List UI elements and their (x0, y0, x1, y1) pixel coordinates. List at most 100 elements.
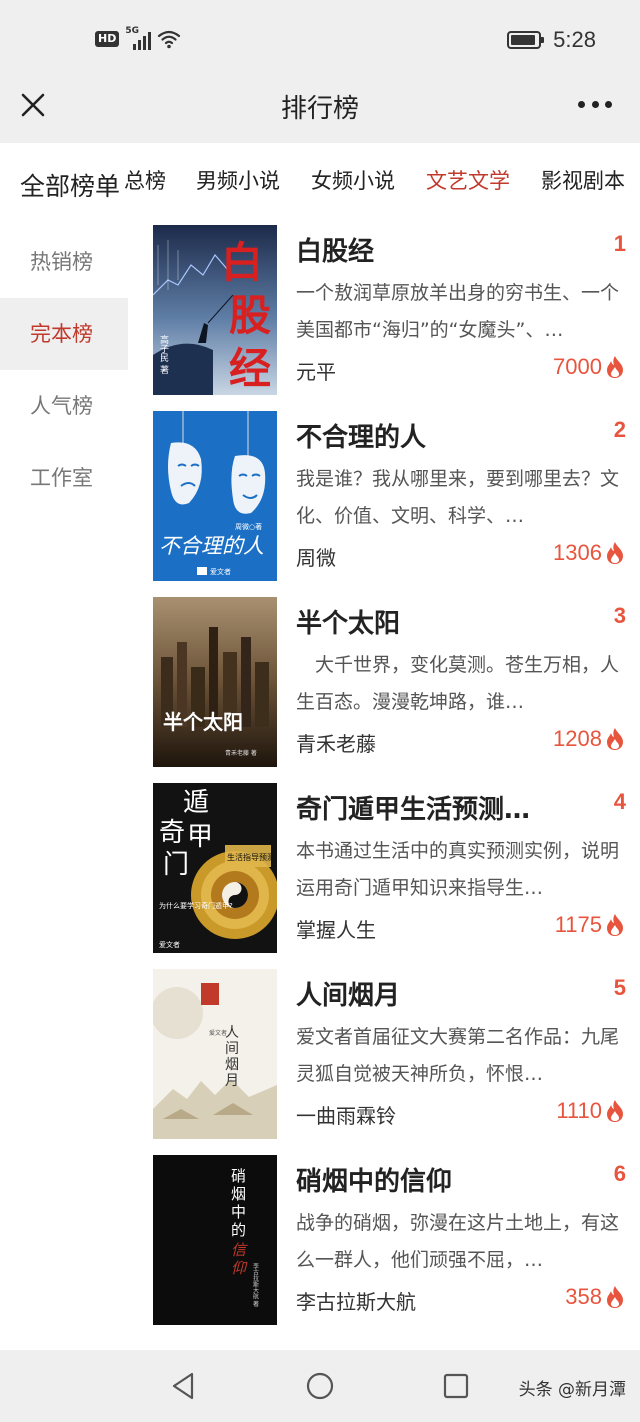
svg-text:遁: 遁 (183, 788, 209, 818)
svg-text:奇: 奇 (159, 818, 185, 848)
book-title: 半个太阳 (296, 609, 401, 639)
book-title: 白股经 (296, 237, 375, 267)
heat-value: 1208 (553, 726, 602, 751)
book-title: 不合理的人 (296, 423, 427, 453)
book-rank: 3 (613, 603, 626, 628)
book-author: 周微 (296, 546, 336, 570)
svg-text:高子民 著: 高子民 著 (158, 334, 169, 374)
svg-text:白: 白 (221, 238, 263, 287)
book-heat: 1306 (553, 540, 626, 566)
svg-text:硝: 硝 (231, 1167, 246, 1185)
svg-text:李古拉斯大航 著: 李古拉斯大航 著 (252, 1262, 259, 1308)
sidebar-item-popular[interactable]: 人气榜 (0, 370, 128, 442)
book-author: 青禾老藤 (296, 732, 376, 756)
svg-text:爱文者: 爱文者 (210, 567, 231, 576)
svg-text:门: 门 (163, 850, 189, 880)
book-item[interactable]: 高子民 著 白 股 经 白股经 1 一个敖润草原放羊出身的穷书生、一个美国都市“… (128, 223, 640, 395)
book-item[interactable]: 人 间 烟 月 爱文者 人间烟月 5 爱文者首届征文大赛第二名作品：九尾灵狐自觉… (128, 967, 640, 1139)
book-item[interactable]: 硝 烟 中 的 信 仰 李古拉斯大航 著 硝烟中的信仰 6 战争的硝烟，弥漫在这… (128, 1153, 640, 1325)
svg-text:信: 信 (231, 1241, 248, 1259)
tab-literature[interactable]: 文艺文学 (426, 165, 510, 195)
book-cover: 硝 烟 中 的 信 仰 李古拉斯大航 著 (153, 1155, 277, 1325)
svg-text:月: 月 (225, 1073, 239, 1089)
svg-text:间: 间 (225, 1041, 239, 1057)
svg-text:周微○著: 周微○著 (235, 522, 262, 531)
book-heat: 358 (565, 1284, 626, 1310)
book-item[interactable]: 周微○著 不合理的人 爱文者 不合理的人 2 我是谁？我从哪里来，要到哪里去？文… (128, 409, 640, 581)
sidebar-item-bestsellers[interactable]: 热销榜 (0, 226, 128, 298)
tab-overall[interactable]: 总榜 (124, 165, 166, 195)
wifi-icon (158, 30, 181, 49)
svg-text:仰: 仰 (231, 1259, 248, 1277)
heat-value: 1306 (553, 540, 602, 565)
book-description: 我是谁？我从哪里来，要到哪里去？文化、价值、文明、科学、… (296, 468, 620, 527)
page-title: 排行榜 (280, 94, 359, 124)
svg-text:股: 股 (229, 291, 271, 340)
book-cover: 半个太阳 青禾老藤 著 (153, 597, 277, 767)
signal-bars (133, 32, 152, 50)
status-bar: HD 5G 5:28 (0, 0, 640, 80)
book-description: 本书通过生活中的真实预测实例，说明运用奇门遁甲知识来指导生… (296, 840, 620, 899)
fire-icon (607, 914, 623, 936)
svg-text:青禾老藤 著: 青禾老藤 著 (225, 749, 257, 757)
book-heat: 7000 (553, 354, 626, 380)
book-rank: 6 (613, 1161, 626, 1186)
back-icon[interactable] (168, 1370, 200, 1402)
book-title: 人间烟月 (296, 981, 401, 1011)
book-heat: 1110 (556, 1098, 626, 1124)
book-cover: 遁 奇 甲 门 生活指导预测 为什么要学习奇门遁甲? 爱文者 (153, 783, 277, 953)
heat-value: 358 (565, 1284, 602, 1309)
category-tabs: 全部榜单 总榜 男频小说 女频小说 文艺文学 影视剧本 (0, 143, 640, 223)
status-time: 5:28 (553, 27, 596, 52)
fire-icon (607, 728, 623, 750)
fire-icon (607, 542, 623, 564)
book-heat: 1208 (553, 726, 626, 752)
watermark: 头条 @新月潭 (518, 1380, 626, 1400)
status-left: HD 5G (95, 26, 181, 50)
hd-badge: HD (95, 31, 120, 47)
svg-text:人: 人 (225, 1025, 239, 1041)
book-description: 大千世界，变化莫测。苍生万相，人生百态。漫漫乾坤路，谁… (296, 654, 620, 713)
svg-text:烟: 烟 (231, 1185, 246, 1203)
book-author: 元平 (296, 360, 336, 384)
sidebar-item-completed[interactable]: 完本榜 (0, 298, 128, 370)
book-rank: 5 (613, 975, 626, 1000)
fire-icon (607, 1100, 623, 1122)
book-rank: 2 (613, 417, 626, 442)
system-nav-bar: 头条 @新月潭 (0, 1350, 640, 1422)
header: 排行榜 (0, 80, 640, 143)
sidebar: 热销榜 完本榜 人气榜 工作室 (0, 223, 128, 1350)
sidebar-item-studio[interactable]: 工作室 (0, 442, 128, 514)
book-item[interactable]: 遁 奇 甲 门 生活指导预测 为什么要学习奇门遁甲? 爱文者 奇门遁甲生活预测…… (128, 781, 640, 953)
more-options-icon[interactable] (578, 94, 612, 114)
svg-text:烟: 烟 (225, 1057, 239, 1073)
book-description: 一个敖润草原放羊出身的穷书生、一个美国都市“海归”的“女魔头”、… (296, 282, 620, 341)
tab-male-fiction[interactable]: 男频小说 (196, 165, 280, 195)
recents-icon[interactable] (440, 1370, 472, 1402)
svg-text:爱文者: 爱文者 (209, 1029, 227, 1037)
fire-icon (607, 1286, 623, 1308)
book-item[interactable]: 半个太阳 青禾老藤 著 半个太阳 3 大千世界，变化莫测。苍生万相，人生百态。漫… (128, 595, 640, 767)
heat-value: 7000 (553, 354, 602, 379)
book-title: 硝烟中的信仰 (296, 1167, 453, 1197)
tab-film-scripts[interactable]: 影视剧本 (541, 165, 625, 195)
svg-text:中: 中 (231, 1203, 246, 1221)
book-author: 掌握人生 (296, 918, 376, 942)
status-right: 5:28 (507, 27, 596, 53)
tab-all-lists[interactable]: 全部榜单 (20, 167, 120, 203)
svg-text:不合理的人: 不合理的人 (159, 534, 264, 558)
book-cover: 周微○著 不合理的人 爱文者 (153, 411, 277, 581)
svg-text:为什么要学习奇门遁甲?: 为什么要学习奇门遁甲? (159, 901, 233, 910)
battery-icon (507, 31, 545, 49)
tab-female-fiction[interactable]: 女频小说 (311, 165, 395, 195)
book-description: 爱文者首届征文大赛第二名作品：九尾灵狐自觉被天神所负，怀恨… (296, 1026, 620, 1085)
svg-text:甲: 甲 (187, 822, 213, 852)
book-cover: 高子民 著 白 股 经 (153, 225, 277, 395)
book-cover: 人 间 烟 月 爱文者 (153, 969, 277, 1139)
fire-icon (607, 356, 623, 378)
book-description: 战争的硝烟，弥漫在这片土地上，有这么一群人，他们顽强不屈，… (296, 1212, 620, 1271)
svg-text:爱文者: 爱文者 (159, 940, 180, 949)
heat-value: 1175 (554, 912, 602, 937)
home-icon[interactable] (304, 1370, 336, 1402)
book-title: 奇门遁甲生活预测… (296, 795, 531, 825)
